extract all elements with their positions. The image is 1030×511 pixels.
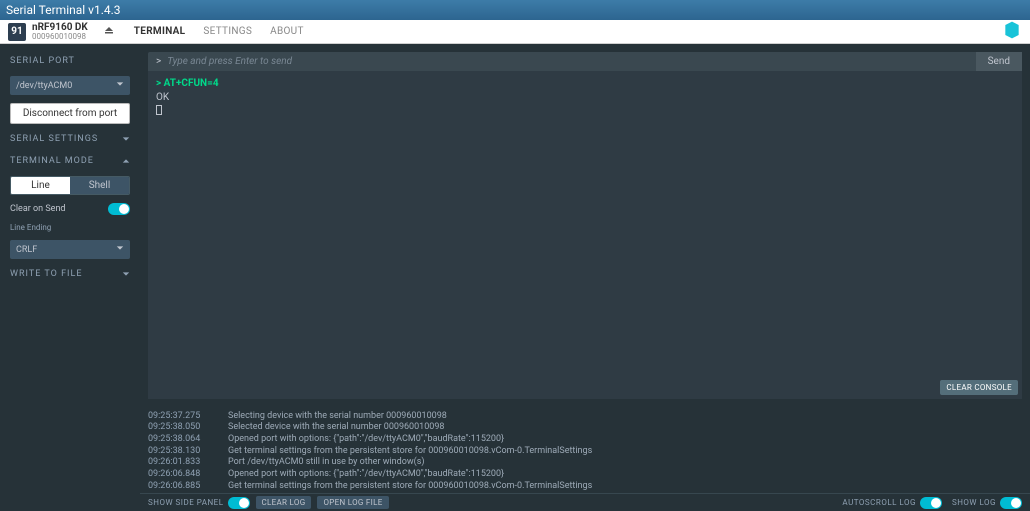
log-time: 09:25:38.050 [148,422,212,434]
section-write-to-file[interactable]: WRITE TO FILE [10,267,130,281]
log-line: 09:26:06.848 Opened port with options: {"… [148,469,1022,481]
log-message: Selected device with the serial number 0… [228,422,444,434]
log-line: 09:26:06.885 Get terminal settings from t… [148,481,1022,493]
line-ending-select[interactable]: CRLF [10,240,130,259]
nordic-logo-icon [1002,20,1022,43]
log-line: 09:25:37.275 Selecting device with the se… [148,411,1022,423]
eject-icon[interactable] [104,25,114,38]
header-bar: 91 nRF9160 DK 000960010098 TERMINAL SETT… [0,20,1030,44]
log-line: 09:25:38.064 Opened port with options: {"… [148,434,1022,446]
prompt-icon: > [148,52,165,71]
log-message: Opened port with options: {"path":"/dev/… [228,469,504,481]
log-time: 09:26:01.833 [148,457,212,469]
footer-bar: SHOW SIDE PANEL CLEAR LOG OPEN LOG FILE … [140,493,1030,511]
log-line: 09:25:38.050 Selected device with the ser… [148,422,1022,434]
section-serial-settings-label: SERIAL SETTINGS [10,134,98,144]
mode-segmented: Line Shell [10,176,130,195]
chevron-down-icon [122,270,130,278]
side-panel-toggle[interactable] [228,497,250,509]
clear-on-send-label: Clear on Send [10,204,66,214]
log-line: 09:25:38.130 Get terminal settings from t… [148,446,1022,458]
window-title: Serial Terminal v1.4.3 [6,3,121,17]
device-icon: 91 [8,23,26,41]
log-time: 09:26:06.885 [148,481,212,493]
clear-console-button[interactable]: CLEAR CONSOLE [940,380,1018,395]
cursor-icon [156,105,162,115]
chevron-down-icon [116,80,124,91]
section-terminal-mode[interactable]: TERMINAL MODE [10,154,130,168]
device-serial: 000960010098 [32,33,88,41]
device-name: nRF9160 DK [32,23,88,33]
device-selector[interactable]: 91 nRF9160 DK 000960010098 [8,23,88,41]
tab-bar: TERMINAL SETTINGS ABOUT [134,26,304,37]
log-message: Selecting device with the serial number … [228,411,447,423]
sidebar: SERIAL PORT /dev/ttyACM0 Disconnect from… [0,44,140,511]
window-titlebar: Serial Terminal v1.4.3 [0,0,1030,20]
autoscroll-log-label: AUTOSCROLL LOG [842,498,916,507]
console-command-line: > AT+CFUN=4 [156,77,1014,91]
section-serial-settings[interactable]: SERIAL SETTINGS [10,132,130,146]
log-message: Port /dev/ttyACM0 still in use by other … [228,457,424,469]
autoscroll-log-toggle[interactable] [920,497,942,509]
chevron-up-icon [122,157,130,165]
mode-line-button[interactable]: Line [11,177,70,194]
show-log-toggle[interactable] [1000,497,1022,509]
clear-log-button[interactable]: CLEAR LOG [256,496,312,509]
port-select[interactable]: /dev/ttyACM0 [10,76,130,95]
log-message: Get terminal settings from the persisten… [228,446,592,458]
line-ending-value: CRLF [16,245,37,255]
command-input-row: > Send [148,52,1022,71]
line-ending-label: Line Ending [10,223,130,232]
clear-on-send-toggle[interactable] [108,203,130,215]
chevron-down-icon [116,244,124,255]
log-line: 09:26:01.833 Port /dev/ttyACM0 still in u… [148,457,1022,469]
log-panel[interactable]: 09:25:37.273Connected to device with the… [140,407,1030,493]
side-panel-label: SHOW SIDE PANEL [148,498,224,507]
section-serial-port[interactable]: SERIAL PORT [10,54,130,68]
port-select-value: /dev/ttyACM0 [16,81,72,91]
log-message: Get terminal settings from the persisten… [228,481,592,493]
send-button[interactable]: Send [976,52,1022,71]
log-time: 09:25:38.130 [148,446,212,458]
console-output[interactable]: > AT+CFUN=4 OK CLEAR CONSOLE [148,71,1022,399]
command-input[interactable] [165,52,975,71]
disconnect-button[interactable]: Disconnect from port [10,103,130,124]
mode-shell-button[interactable]: Shell [70,177,129,194]
section-write-to-file-label: WRITE TO FILE [10,269,82,279]
log-time: 09:26:06.848 [148,469,212,481]
console-response-line: OK [156,91,1014,105]
tab-about[interactable]: ABOUT [270,26,304,37]
open-log-file-button[interactable]: OPEN LOG FILE [317,496,388,509]
log-time: 09:25:37.275 [148,411,212,423]
show-log-label: SHOW LOG [952,498,996,507]
tab-settings[interactable]: SETTINGS [203,26,252,37]
log-message: Opened port with options: {"path":"/dev/… [228,434,504,446]
log-time: 09:25:38.064 [148,434,212,446]
chevron-down-icon [122,135,130,143]
section-terminal-mode-label: TERMINAL MODE [10,156,94,166]
tab-terminal[interactable]: TERMINAL [134,26,186,37]
section-serial-port-label: SERIAL PORT [10,56,75,66]
